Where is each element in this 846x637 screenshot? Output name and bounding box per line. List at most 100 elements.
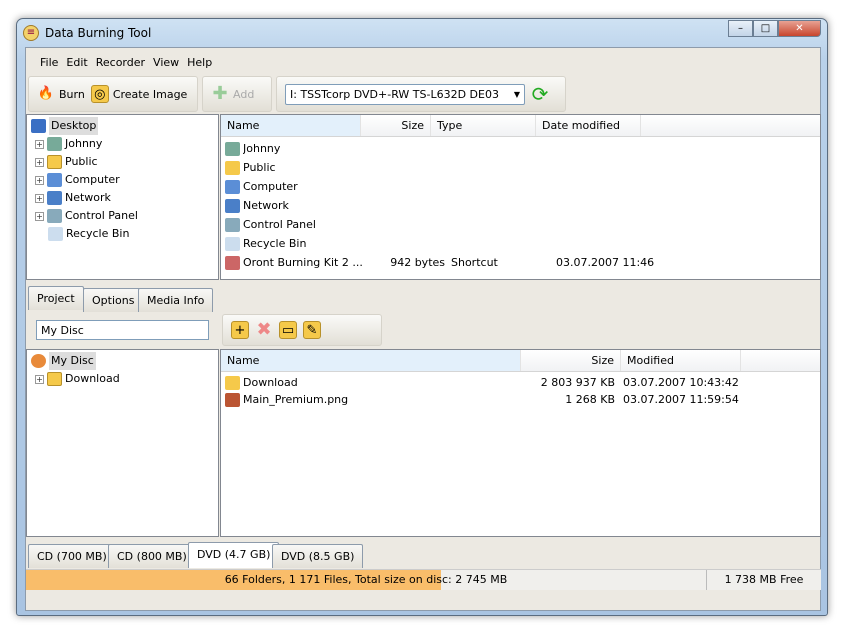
main-toolbar: 🔥 Burn ◎ Create Image bbox=[28, 76, 198, 112]
folder-icon bbox=[225, 375, 240, 390]
create-image-button[interactable]: ◎ Create Image bbox=[90, 85, 187, 103]
refresh-icon[interactable]: ⟳ bbox=[531, 84, 549, 104]
expand-icon[interactable]: + bbox=[35, 157, 44, 167]
expand-icon[interactable]: + bbox=[35, 193, 44, 203]
status-bar: 66 Folders, 1 171 Files, Total size on d… bbox=[26, 569, 821, 590]
rename-icon[interactable]: ▭ bbox=[279, 321, 297, 339]
network-icon bbox=[47, 191, 62, 205]
item-size: 942 bytes bbox=[390, 256, 445, 269]
window-title: Data Burning Tool bbox=[45, 26, 152, 40]
menu-recorder[interactable]: Recorder bbox=[96, 56, 145, 69]
recycle-bin-icon bbox=[48, 227, 63, 241]
app-icon: ≡ bbox=[23, 25, 39, 41]
tree-label: Recycle Bin bbox=[66, 227, 130, 240]
menu-edit[interactable]: Edit bbox=[66, 56, 87, 69]
user-icon bbox=[47, 137, 62, 151]
item-date: 03.07.2007 11:46 bbox=[556, 256, 655, 269]
item-size: 1 268 KB bbox=[565, 393, 615, 406]
project-list: Name Size Modified Download 2 803 937 KB 0… bbox=[220, 349, 821, 537]
explorer-list: Name Size Type Date modified Johnny Publi… bbox=[220, 114, 821, 280]
tab-project[interactable]: Project bbox=[28, 286, 84, 310]
tree-item-computer[interactable]: + Computer bbox=[31, 171, 214, 189]
tab-cd-800[interactable]: CD (800 MB) bbox=[108, 544, 196, 568]
item-name: Recycle Bin bbox=[243, 237, 307, 250]
column-size[interactable]: Size bbox=[361, 115, 431, 136]
item-name: Computer bbox=[243, 180, 298, 193]
tree-label: My Disc bbox=[49, 352, 96, 370]
add-button[interactable]: ✚ Add bbox=[211, 85, 254, 103]
properties-icon[interactable]: ✎ bbox=[303, 321, 321, 339]
list-item[interactable]: Public bbox=[225, 158, 816, 177]
column-size[interactable]: Size bbox=[521, 350, 621, 371]
disc-icon bbox=[31, 354, 46, 368]
list-item[interactable]: Computer bbox=[225, 177, 816, 196]
client-area: File Edit Recorder View Help 🔥 Burn ◎ Crea… bbox=[25, 47, 821, 611]
tab-dvd-8-5[interactable]: DVD (8.5 GB) bbox=[272, 544, 364, 568]
menu-file[interactable]: File bbox=[40, 56, 58, 69]
image-file-icon bbox=[225, 392, 240, 407]
column-date[interactable]: Date modified bbox=[536, 115, 641, 136]
drive-select[interactable]: I: TSSTcorp DVD+-RW TS-L632D DE03 bbox=[285, 83, 525, 105]
delete-icon[interactable]: ✖ bbox=[255, 321, 273, 339]
list-item[interactable]: Johnny bbox=[225, 139, 816, 158]
add-label: Add bbox=[233, 87, 255, 101]
column-name[interactable]: Name bbox=[221, 350, 521, 371]
tree-item-control-panel[interactable]: + Control Panel bbox=[31, 207, 214, 225]
expand-icon[interactable]: + bbox=[35, 374, 44, 384]
disc-name-input[interactable]: My Disc bbox=[36, 320, 209, 340]
plus-icon: ✚ bbox=[212, 83, 228, 104]
flame-icon: 🔥 bbox=[37, 86, 55, 101]
tree-item-my-disc[interactable]: My Disc bbox=[31, 352, 214, 370]
add-folder-icon[interactable]: + bbox=[231, 321, 249, 339]
control-panel-icon bbox=[47, 209, 62, 223]
column-modified[interactable]: Modified bbox=[621, 350, 741, 371]
expand-icon[interactable]: + bbox=[35, 175, 44, 185]
item-name: Control Panel bbox=[243, 218, 316, 231]
tree-item-network[interactable]: + Network bbox=[31, 189, 214, 207]
list-item[interactable]: Recycle Bin bbox=[225, 234, 816, 253]
list-item[interactable]: Download 2 803 937 KB 03.07.2007 10:43:42 bbox=[225, 374, 816, 391]
item-name: Oront Burning Kit 2 ... bbox=[243, 256, 363, 269]
expand-icon[interactable]: + bbox=[35, 139, 44, 149]
tree-item-recycle-bin[interactable]: Recycle Bin bbox=[31, 225, 214, 243]
close-button[interactable]: ✕ bbox=[778, 20, 821, 37]
tree-label: Public bbox=[65, 155, 98, 168]
item-name: Main_Premium.png bbox=[243, 393, 349, 406]
tab-cd-700[interactable]: CD (700 MB) bbox=[28, 544, 116, 568]
tree-item-public[interactable]: + Public bbox=[31, 153, 214, 171]
tree-item-download[interactable]: + Download bbox=[31, 370, 214, 388]
list-item[interactable]: Oront Burning Kit 2 ... 942 bytes Shortcut… bbox=[225, 253, 816, 272]
tree-item-desktop[interactable]: Desktop bbox=[31, 117, 214, 135]
folder-icon bbox=[47, 372, 62, 386]
list-item[interactable]: Network bbox=[225, 196, 816, 215]
drive-toolbar: I: TSSTcorp DVD+-RW TS-L632D DE03 ⟳ bbox=[276, 76, 566, 112]
list-item[interactable]: Main_Premium.png 1 268 KB 03.07.2007 11:59… bbox=[225, 391, 816, 408]
tab-media-info[interactable]: Media Info bbox=[138, 288, 214, 312]
burn-button[interactable]: 🔥 Burn bbox=[37, 85, 85, 103]
column-type[interactable]: Type bbox=[431, 115, 536, 136]
add-toolbar: ✚ Add bbox=[202, 76, 272, 112]
item-modified: 03.07.2007 11:59:54 bbox=[623, 393, 739, 406]
menu-view[interactable]: View bbox=[153, 56, 179, 69]
explorer-list-header: Name Size Type Date modified bbox=[221, 115, 820, 137]
desktop-icon bbox=[31, 119, 46, 133]
item-name: Public bbox=[243, 161, 276, 174]
maximize-button[interactable]: □ bbox=[753, 20, 778, 37]
user-icon bbox=[225, 141, 240, 156]
column-name[interactable]: Name bbox=[221, 115, 361, 136]
control-panel-icon bbox=[225, 217, 240, 232]
tree-item-johnny[interactable]: + Johnny bbox=[31, 135, 214, 153]
tab-options[interactable]: Options bbox=[83, 288, 144, 312]
tab-dvd-4-7[interactable]: DVD (4.7 GB) bbox=[188, 542, 280, 568]
tree-label: Download bbox=[65, 372, 120, 385]
project-list-header: Name Size Modified bbox=[221, 350, 820, 372]
recycle-bin-icon bbox=[225, 236, 240, 251]
expand-icon[interactable]: + bbox=[35, 211, 44, 221]
folder-icon bbox=[47, 155, 62, 169]
menu-help[interactable]: Help bbox=[187, 56, 212, 69]
computer-icon bbox=[47, 173, 62, 187]
menu-bar: File Edit Recorder View Help bbox=[30, 52, 212, 72]
list-item[interactable]: Control Panel bbox=[225, 215, 816, 234]
network-icon bbox=[225, 198, 240, 213]
minimize-button[interactable]: – bbox=[728, 20, 753, 37]
